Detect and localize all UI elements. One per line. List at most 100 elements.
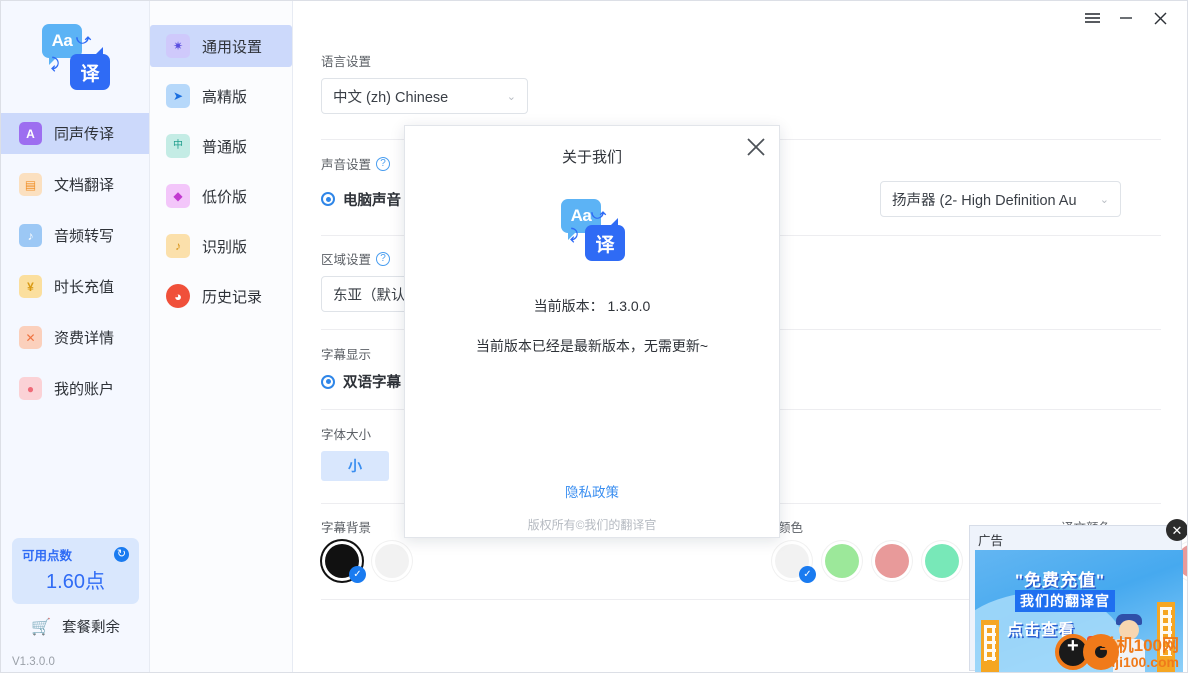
sidebar-item-audio[interactable]: ♪ 音频转写 <box>1 215 149 256</box>
primary-sidebar: Aa ⤻ ⤸ 译 A 同声传译 ▤ 文档翻译 ♪ 音频转写 ¥ 时长充值 ✕ 资… <box>1 1 150 672</box>
ad-watermark: 单机100网 danji100.com <box>1090 637 1179 670</box>
sidebar-item-pricing[interactable]: ✕ 资费详情 <box>1 317 149 358</box>
rocket-icon: ➤ <box>166 84 190 108</box>
check-icon: ✓ <box>799 566 816 583</box>
clock-icon: ◕ <box>166 284 190 308</box>
sidebar-item-label: 时长充值 <box>54 279 115 296</box>
subnav-item-label: 通用设置 <box>202 38 263 56</box>
swatch-black[interactable]: ✓ <box>325 544 366 583</box>
document-icon: ▤ <box>19 173 42 196</box>
secondary-sidebar: ✷ 通用设置 ➤ 高精版 中 普通版 ◆ 低价版 ♪ 识别版 ◕ 历史记录 <box>150 1 293 672</box>
radio-indicator <box>321 192 335 206</box>
logo-arrow-right-icon: ⤻ <box>76 31 91 47</box>
refresh-icon[interactable]: ↻ <box>114 547 129 562</box>
logo-bubble-target: 译 <box>585 218 625 261</box>
points-card: 可用点数 ↻ 1.60点 <box>12 538 139 604</box>
subnav-item-low-cost[interactable]: ◆ 低价版 <box>150 175 292 217</box>
subnav-item-recognition[interactable]: ♪ 识别版 <box>150 225 292 267</box>
subnav-item-label: 识别版 <box>202 238 248 256</box>
ad-watermark-line2: danji100.com <box>1090 654 1179 671</box>
sidebar-item-document[interactable]: ▤ 文档翻译 <box>1 164 149 205</box>
chevron-down-icon: ⌄ <box>506 90 516 103</box>
package-label: 套餐剩余 <box>61 620 120 636</box>
sidebar-item-account[interactable]: ● 我的账户 <box>1 368 149 409</box>
sidebar-item-label: 同声传译 <box>54 126 115 143</box>
logo-text-yi: 译 <box>595 234 615 256</box>
question-icon[interactable]: ? <box>376 156 391 171</box>
pricing-icon: ✕ <box>19 326 42 349</box>
audio-device-select[interactable]: 扬声器 (2- High Definition Au ⌄ <box>880 181 1121 217</box>
advertisement-panel: 广告 ✕ "免费充值" 我们的翻译官 点击查看 单机100网 danji10 <box>969 519 1187 672</box>
swatch-red[interactable] <box>875 544 909 578</box>
tag-icon: ◆ <box>166 184 190 208</box>
gear-icon: ✷ <box>166 34 190 58</box>
subtitle-bg-label: 字幕背景 <box>321 521 372 535</box>
sound-radio-computer[interactable]: 电脑声音 <box>321 189 401 210</box>
subnav-item-label: 高精版 <box>202 88 248 106</box>
user-icon: ● <box>19 377 42 400</box>
cart-icon: 🛒 <box>31 618 51 636</box>
audio-device-value: 扬声器 (2- High Definition Au <box>892 192 1077 209</box>
sidebar-item-simultaneous[interactable]: A 同声传译 <box>1 113 149 154</box>
current-version-text: 当前版本： 1.3.0.0 <box>533 298 651 314</box>
audio-icon: ♪ <box>19 224 42 247</box>
sidebar-item-label: 文档翻译 <box>54 177 115 194</box>
window-titlebar <box>1075 1 1187 35</box>
app-window: Aa ⤻ ⤸ 译 A 同声传译 ▤ 文档翻译 ♪ 音频转写 ¥ 时长充值 ✕ 资… <box>0 0 1188 673</box>
language-select[interactable]: 中文 (zh) Chinese ⌄ <box>321 78 528 114</box>
ad-headline: "免费充值" <box>1015 571 1106 590</box>
close-icon[interactable] <box>742 133 770 161</box>
font-size-small-button[interactable]: 小 <box>321 451 389 481</box>
subnav-item-label: 历史记录 <box>202 288 263 306</box>
dialog-logo: Aa ⤻ ⤸ 译 <box>405 197 779 263</box>
region-label-text: 区域设置 <box>321 253 372 267</box>
close-icon[interactable] <box>1143 3 1177 33</box>
subtitle-bg-swatches: ✓ <box>325 544 425 583</box>
hamburger-icon[interactable] <box>1075 3 1109 33</box>
language-value: 中文 (zh) Chinese <box>333 89 449 106</box>
chevron-down-icon: ⌄ <box>1099 193 1109 206</box>
subnav-item-standard[interactable]: 中 普通版 <box>150 125 292 167</box>
logo-bubble-target: 译 <box>70 47 110 90</box>
swatch-white[interactable]: ✓ <box>775 544 816 583</box>
sound-radio-label: 电脑声音 <box>343 192 401 209</box>
sidebar-item-label: 资费详情 <box>54 330 115 347</box>
ad-watermark-line1: 单机100网 <box>1099 636 1179 656</box>
swatch-mint[interactable] <box>925 544 959 578</box>
ad-banner[interactable]: "免费充值" 我们的翻译官 点击查看 单机100网 danji100.com <box>975 550 1183 672</box>
subnav-item-label: 低价版 <box>202 188 248 206</box>
package-remaining-button[interactable]: 🛒 套餐剩余 <box>1 616 150 637</box>
logo-text-yi: 译 <box>80 63 100 85</box>
recharge-icon: ¥ <box>19 275 42 298</box>
close-icon[interactable]: ✕ <box>1166 519 1187 541</box>
question-icon[interactable]: ? <box>376 251 391 266</box>
ad-decor-building <box>981 620 999 672</box>
subnav-item-general-settings[interactable]: ✷ 通用设置 <box>150 25 292 67</box>
points-label: 可用点数 <box>22 549 73 563</box>
simultaneous-icon: A <box>19 122 42 145</box>
swatch-white[interactable] <box>375 544 409 578</box>
logo-arrow-left-icon: ⤸ <box>51 55 60 71</box>
privacy-policy-link[interactable]: 隐私政策 <box>405 481 779 501</box>
ad-subhead: 我们的翻译官 <box>1015 590 1115 612</box>
subtitle-radio-label: 双语字幕 <box>343 375 401 391</box>
radio-indicator <box>321 374 335 389</box>
subnav-item-label: 普通版 <box>202 138 248 156</box>
language-label: 语言设置 <box>321 55 372 69</box>
subnav-item-high-precision[interactable]: ➤ 高精版 <box>150 75 292 117</box>
translate-icon: 中 <box>166 134 190 158</box>
copyright-text: 版权所有©我们的翻译官 <box>527 518 657 532</box>
app-logo: Aa ⤻ ⤸ 译 <box>1 1 149 113</box>
sidebar-item-label: 音频转写 <box>54 228 115 245</box>
minimize-icon[interactable] <box>1109 3 1143 33</box>
font-size-value: 小 <box>348 458 362 474</box>
swatch-green[interactable] <box>825 544 859 578</box>
sound-label-text: 声音设置 <box>321 158 372 172</box>
microphone-icon: ♪ <box>166 234 190 258</box>
sidebar-item-recharge[interactable]: ¥ 时长充值 <box>1 266 149 307</box>
about-dialog: 关于我们 Aa ⤻ ⤸ 译 当前版本： 1.3.0.0 当前版本已经是最新版本，… <box>404 125 780 538</box>
ad-label: 广告 <box>978 534 1004 548</box>
check-icon: ✓ <box>349 566 366 583</box>
sidebar-item-label: 我的账户 <box>54 381 115 398</box>
subnav-item-history[interactable]: ◕ 历史记录 <box>150 275 292 317</box>
